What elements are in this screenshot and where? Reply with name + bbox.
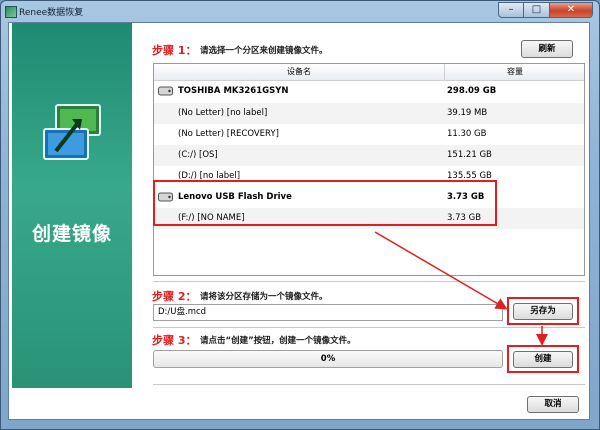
progress-bar: 0% xyxy=(153,350,503,368)
row-size: 151.21 GB xyxy=(447,150,492,160)
row-name: (No Letter) [RECOVERY] xyxy=(178,129,279,139)
list-item-disk[interactable]: TOSHIBA MK3261GSYN 298.09 GB xyxy=(154,81,584,102)
list-item-partition[interactable]: (No Letter) [RECOVERY] 11.30 GB xyxy=(154,124,584,145)
step1-label: 步骤 1： xyxy=(152,44,197,57)
row-name: TOSHIBA MK3261GSYN xyxy=(178,86,289,96)
divider xyxy=(153,327,585,328)
step3-label: 步骤 3： xyxy=(152,334,197,347)
sidebar-title: 创建镜像 xyxy=(31,223,112,245)
title-bar[interactable]: Renee数据恢复 – □ ✕ xyxy=(1,1,599,23)
cancel-button[interactable]: 取消 xyxy=(527,396,579,413)
partition-list[interactable]: 设备名 容量 TOSHIBA MK3261GSYN 298.09 GB (No … xyxy=(153,63,585,276)
row-size: 39.19 MB xyxy=(447,108,488,118)
window-controls: – □ ✕ xyxy=(498,2,593,19)
row-size: 11.30 GB xyxy=(447,129,487,139)
progress-text: 0% xyxy=(320,354,336,364)
step1-text: 请选择一个分区来创建镜像文件。 xyxy=(200,46,328,56)
close-button[interactable]: ✕ xyxy=(550,2,593,18)
create-image-icon xyxy=(43,104,101,160)
create-highlight-box xyxy=(507,345,579,373)
step3-text: 请点击“创建”按钮，创建一个镜像文件。 xyxy=(200,336,356,346)
divider xyxy=(153,281,585,282)
step2-text: 请将该分区存储为一个镜像文件。 xyxy=(200,292,328,302)
list-item-partition[interactable]: (C:/) [OS] 151.21 GB xyxy=(154,145,584,166)
image-path-input[interactable]: D:/U盘.mcd xyxy=(153,304,503,321)
refresh-button[interactable]: 刷新 xyxy=(521,40,573,58)
window-title: Renee数据恢复 xyxy=(19,8,84,18)
list-item-partition[interactable]: (No Letter) [no label] 39.19 MB xyxy=(154,103,584,124)
row-name: (C:/) [OS] xyxy=(178,150,218,160)
maximize-button[interactable]: □ xyxy=(524,2,550,18)
row-name: (No Letter) [no label] xyxy=(178,108,268,118)
usb-highlight-box xyxy=(153,180,497,226)
minimize-button[interactable]: – xyxy=(498,2,524,18)
sidebar: 创建镜像 xyxy=(12,23,132,388)
app-icon xyxy=(5,6,17,18)
step2-label: 步骤 2： xyxy=(152,290,197,303)
list-header: 设备名 容量 xyxy=(154,64,584,81)
save-as-highlight-box xyxy=(507,297,579,325)
divider xyxy=(153,384,585,385)
row-size: 298.09 GB xyxy=(447,86,497,96)
column-header-device[interactable]: 设备名 xyxy=(154,64,445,80)
column-header-capacity[interactable]: 容量 xyxy=(445,64,585,80)
hard-disk-icon xyxy=(158,86,173,96)
